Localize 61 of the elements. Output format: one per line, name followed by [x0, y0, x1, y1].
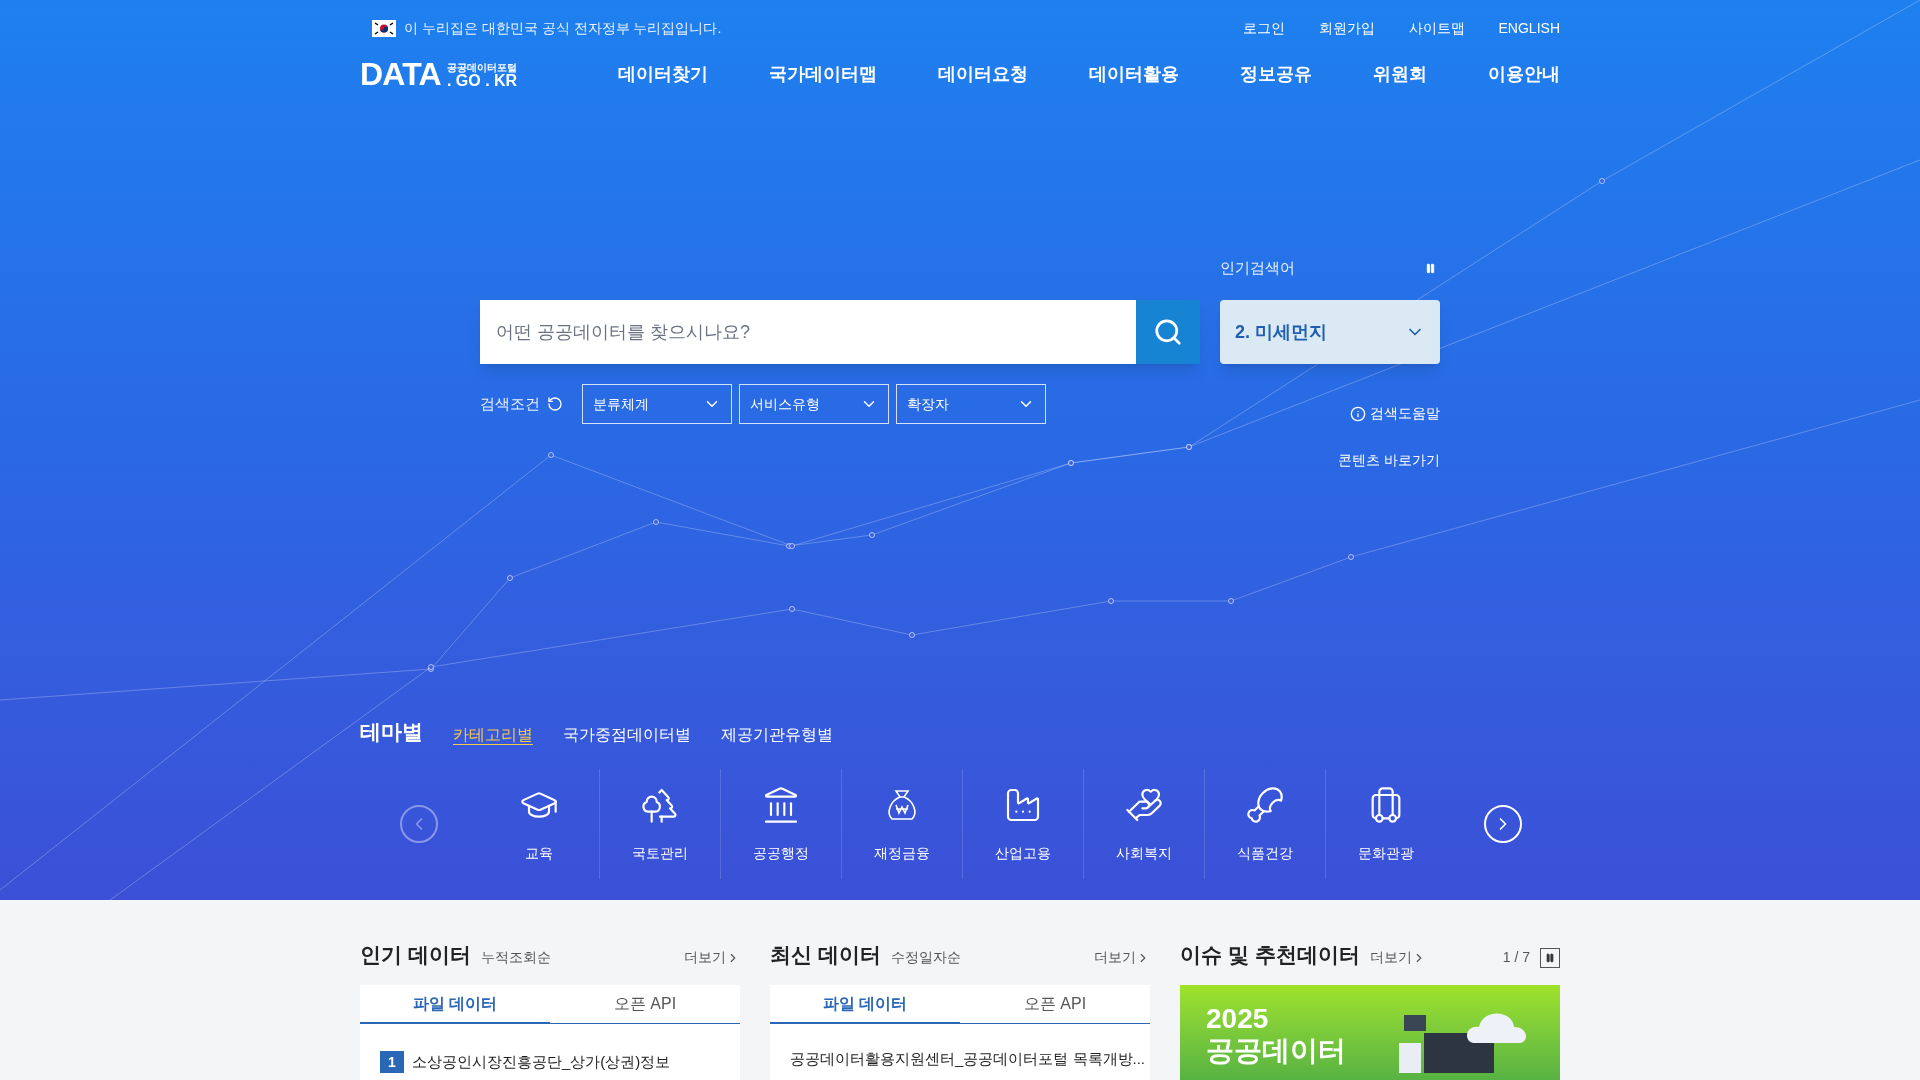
top-link[interactable]: ENGLISH — [1498, 17, 1560, 39]
pager-text: 1 / 7 — [1502, 948, 1530, 967]
nav-item[interactable]: 데이터활용 — [1089, 60, 1179, 88]
more-link[interactable]: 더보기 — [684, 947, 740, 970]
category-item[interactable]: 공공행정 — [720, 769, 841, 879]
search-field[interactable]: 어떤 공공데이터를 찾으시나요? — [480, 300, 1136, 364]
rank-badge: 1 — [380, 1051, 404, 1074]
panel-title: 인기 데이터 — [360, 941, 471, 968]
banner-title: 공공데이터 — [1206, 1035, 1346, 1067]
popular-label: 인기검색어 — [1220, 257, 1295, 278]
top-link[interactable]: 사이트맵 — [1408, 17, 1465, 39]
nav-item[interactable]: 이용안내 — [1488, 60, 1560, 88]
data-item-link[interactable]: 소상공인시장진흥공단_상가(상권)정보 — [412, 1051, 671, 1074]
nav-item[interactable]: 데이터요청 — [938, 60, 1028, 88]
theme-title: 테마별 — [360, 718, 423, 745]
category-item[interactable]: 식품건강 — [1204, 769, 1325, 879]
banner-year: 2025 — [1206, 1003, 1270, 1035]
data-tab[interactable]: 오픈 API — [550, 985, 740, 1024]
top-link[interactable]: 회원가입 — [1318, 17, 1375, 39]
popular-keyword-dropdown[interactable]: 2. 미세먼지 — [1220, 300, 1440, 364]
nav-item[interactable]: 데이터찾기 — [618, 60, 708, 88]
category-item[interactable]: 국토관리 — [599, 769, 720, 879]
category-item[interactable]: 재정금융 — [841, 769, 962, 879]
next-button[interactable] — [1484, 805, 1522, 843]
theme-tab[interactable]: 제공기관유형별 — [721, 723, 833, 747]
filter-select[interactable]: 확장자 — [896, 384, 1046, 424]
filter-label: 검색조건 — [480, 393, 540, 414]
search-help-link[interactable]: 검색도움말 — [1350, 403, 1440, 424]
panel-title: 이슈 및 추천데이터 — [1180, 941, 1360, 968]
category-item[interactable]: 문화관광 — [1325, 769, 1446, 879]
top-link[interactable]: 로그인 — [1242, 17, 1285, 39]
more-link[interactable]: 더보기 — [1094, 947, 1150, 970]
sort-label: 수정일자순 — [890, 948, 961, 967]
nav-item[interactable]: 정보공유 — [1240, 60, 1312, 88]
search-icon — [1153, 317, 1183, 347]
theme-tab[interactable]: 카테고리별 — [453, 723, 533, 747]
more-link[interactable]: 더보기 — [1369, 947, 1426, 970]
gov-notice: 이 누리집은 대한민국 공식 전자정부 누리집입니다. — [404, 18, 722, 38]
reset-icon[interactable] — [547, 396, 563, 412]
data-tab[interactable]: 파일 데이터 — [360, 985, 550, 1024]
search-button[interactable] — [1136, 300, 1200, 364]
drumstick-icon — [1245, 785, 1285, 825]
data-tab[interactable]: 파일 데이터 — [770, 985, 960, 1024]
flag-icon — [372, 19, 396, 37]
contents-shortcut-link[interactable]: 콘텐츠 바로가기 — [1338, 450, 1440, 471]
nav-item[interactable]: 국가데이터맵 — [769, 60, 877, 88]
panel-title: 최신 데이터 — [770, 941, 881, 968]
theme-tab[interactable]: 국가중점데이터별 — [563, 723, 691, 747]
category-item[interactable]: 교육 — [478, 769, 599, 879]
nav-item[interactable]: 위원회 — [1373, 60, 1427, 88]
data-tab[interactable]: 오픈 API — [960, 985, 1150, 1024]
category-item[interactable]: 사회복지 — [1083, 769, 1204, 879]
category-item[interactable]: 산업고용 — [962, 769, 1083, 879]
info-icon — [1350, 405, 1366, 422]
pause-icon — [1545, 952, 1555, 963]
filter-select[interactable]: 분류체계 — [582, 384, 732, 424]
pause-button[interactable] — [1540, 947, 1560, 968]
pause-icon — [1424, 262, 1436, 274]
sort-label: 누적조회순 — [480, 948, 551, 967]
filter-select[interactable]: 서비스유형 — [739, 384, 889, 424]
data-item-link[interactable]: 공공데이터활용지원센터_공공데이터포털 목록개방... — [790, 1048, 1145, 1071]
